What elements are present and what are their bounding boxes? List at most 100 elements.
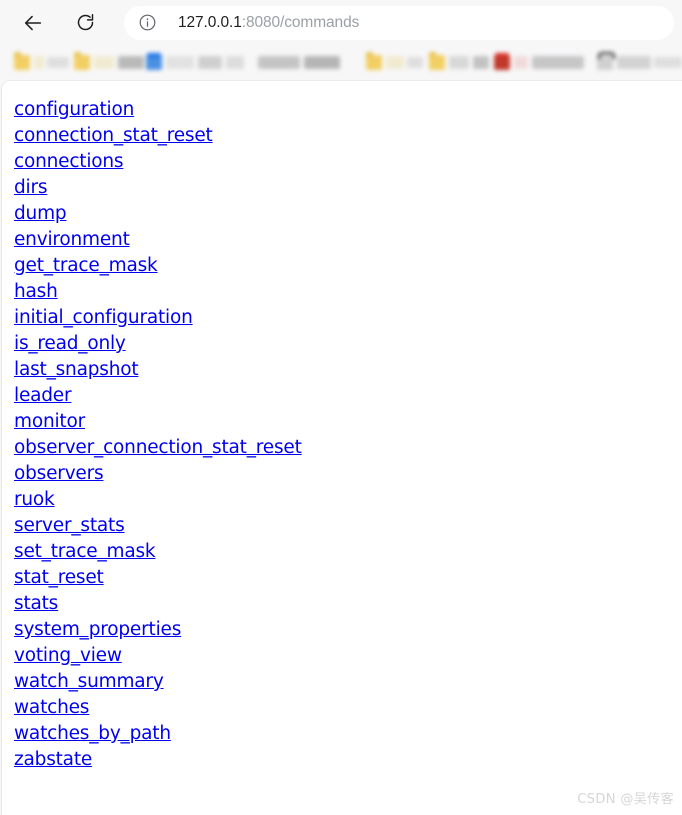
folder-icon <box>429 52 445 70</box>
list-item: connection_stat_reset <box>14 123 682 149</box>
list-item: observer_connection_stat_reset <box>14 435 682 461</box>
bookmark-label <box>386 56 404 69</box>
command-link[interactable]: initial_configuration <box>14 307 193 328</box>
url-host: 127.0.0.1 <box>178 13 242 31</box>
bookmark-label <box>258 56 300 69</box>
list-item: configuration <box>14 97 682 123</box>
list-item: hash <box>14 279 682 305</box>
bookmark-icon <box>494 53 510 70</box>
command-link[interactable]: watches <box>14 697 89 718</box>
bookmark-label <box>47 57 69 68</box>
list-item: stats <box>14 591 682 617</box>
command-link[interactable]: connections <box>14 151 124 172</box>
list-item: ruok <box>14 487 682 513</box>
bookmark-item[interactable] <box>494 53 584 72</box>
bookmark-label <box>617 56 651 69</box>
command-link[interactable]: dump <box>14 203 67 224</box>
bookmark-item[interactable] <box>429 52 489 72</box>
list-item: observers <box>14 461 682 487</box>
reload-button[interactable] <box>68 6 102 40</box>
bookmark-icon <box>597 52 615 70</box>
command-link[interactable]: system_properties <box>14 619 181 640</box>
command-link[interactable]: observers <box>14 463 104 484</box>
command-link[interactable]: observer_connection_stat_reset <box>14 437 302 458</box>
list-item: system_properties <box>14 617 682 643</box>
list-item: is_read_only <box>14 331 682 357</box>
bookmarks-bar[interactable] <box>0 45 682 80</box>
folder-icon <box>74 52 90 70</box>
command-link-list: configuration connection_stat_resetconnec… <box>2 81 682 773</box>
reload-icon <box>77 14 93 31</box>
command-link[interactable]: watch_summary <box>14 671 164 692</box>
command-link[interactable]: voting_view <box>14 645 122 666</box>
folder-icon <box>366 52 382 70</box>
url-path: :8080/commands <box>241 13 360 31</box>
command-link[interactable]: configuration <box>14 99 134 120</box>
command-link[interactable]: environment <box>14 229 130 250</box>
list-item: zabstate <box>14 747 682 773</box>
command-link[interactable]: server_stats <box>14 515 125 536</box>
command-link[interactable]: leader <box>14 385 72 406</box>
bookmark-label <box>654 57 682 68</box>
command-link[interactable]: monitor <box>14 411 85 432</box>
bookmark-label <box>34 56 44 69</box>
command-link[interactable]: get_trace_mask <box>14 255 158 276</box>
bookmark-item[interactable] <box>366 52 423 72</box>
list-item: voting_view <box>14 643 682 669</box>
info-circle-icon <box>139 14 155 31</box>
csdn-watermark: CSDN @吴传客 <box>577 792 674 807</box>
command-link[interactable]: ruok <box>14 489 55 510</box>
list-item: watches <box>14 695 682 721</box>
bookmark-label <box>532 56 584 69</box>
bookmark-label <box>407 57 423 68</box>
bookmark-icon <box>146 53 162 70</box>
list-item: server_stats <box>14 513 682 539</box>
list-item: last_snapshot <box>14 357 682 383</box>
bookmark-label <box>304 56 340 69</box>
command-link[interactable]: zabstate <box>14 749 92 770</box>
command-link[interactable]: last_snapshot <box>14 359 139 380</box>
list-item: watch_summary <box>14 669 682 695</box>
command-link[interactable]: stats <box>14 593 58 614</box>
command-link[interactable]: is_read_only <box>14 333 126 354</box>
back-arrow-icon <box>24 15 42 30</box>
command-link[interactable]: hash <box>14 281 58 302</box>
bookmark-item[interactable] <box>258 53 340 72</box>
command-link[interactable]: stat_reset <box>14 567 104 588</box>
command-link[interactable]: watches_by_path <box>14 723 171 744</box>
bookmark-label <box>514 56 528 69</box>
bookmark-item[interactable] <box>597 52 682 72</box>
list-item: set_trace_mask <box>14 539 682 565</box>
bookmark-label <box>94 56 114 69</box>
list-item: connections <box>14 149 682 175</box>
page-body: configuration connection_stat_resetconnec… <box>1 80 682 815</box>
bookmark-item[interactable] <box>74 52 144 72</box>
bookmark-label <box>473 56 489 69</box>
bookmark-label <box>118 56 144 69</box>
bookmark-label <box>166 56 194 69</box>
url-text: 127.0.0.1:8080/commands <box>178 6 359 40</box>
command-link[interactable]: set_trace_mask <box>14 541 156 562</box>
back-button[interactable] <box>16 6 50 40</box>
bookmark-label <box>226 56 244 69</box>
command-link[interactable]: connection_stat_reset <box>14 125 213 146</box>
list-item: environment <box>14 227 682 253</box>
list-item: leader <box>14 383 682 409</box>
bookmark-label <box>198 56 222 69</box>
command-link[interactable]: dirs <box>14 177 48 198</box>
list-item: dump <box>14 201 682 227</box>
browser-window: 127.0.0.1:8080/commands configuration co… <box>0 0 682 815</box>
list-item: stat_reset <box>14 565 682 591</box>
list-item: watches_by_path <box>14 721 682 747</box>
list-item: get_trace_mask <box>14 253 682 279</box>
page-viewport: configuration connection_stat_resetconnec… <box>0 80 682 815</box>
bookmark-item[interactable] <box>14 52 69 72</box>
browser-toolbar: 127.0.0.1:8080/commands <box>0 0 682 45</box>
bookmark-label <box>449 56 469 69</box>
address-bar[interactable]: 127.0.0.1:8080/commands <box>124 5 674 40</box>
list-item: monitor <box>14 409 682 435</box>
list-item: dirs <box>14 175 682 201</box>
list-item: initial_configuration <box>14 305 682 331</box>
bookmark-item[interactable] <box>146 53 244 72</box>
site-info-icon[interactable] <box>137 13 157 33</box>
